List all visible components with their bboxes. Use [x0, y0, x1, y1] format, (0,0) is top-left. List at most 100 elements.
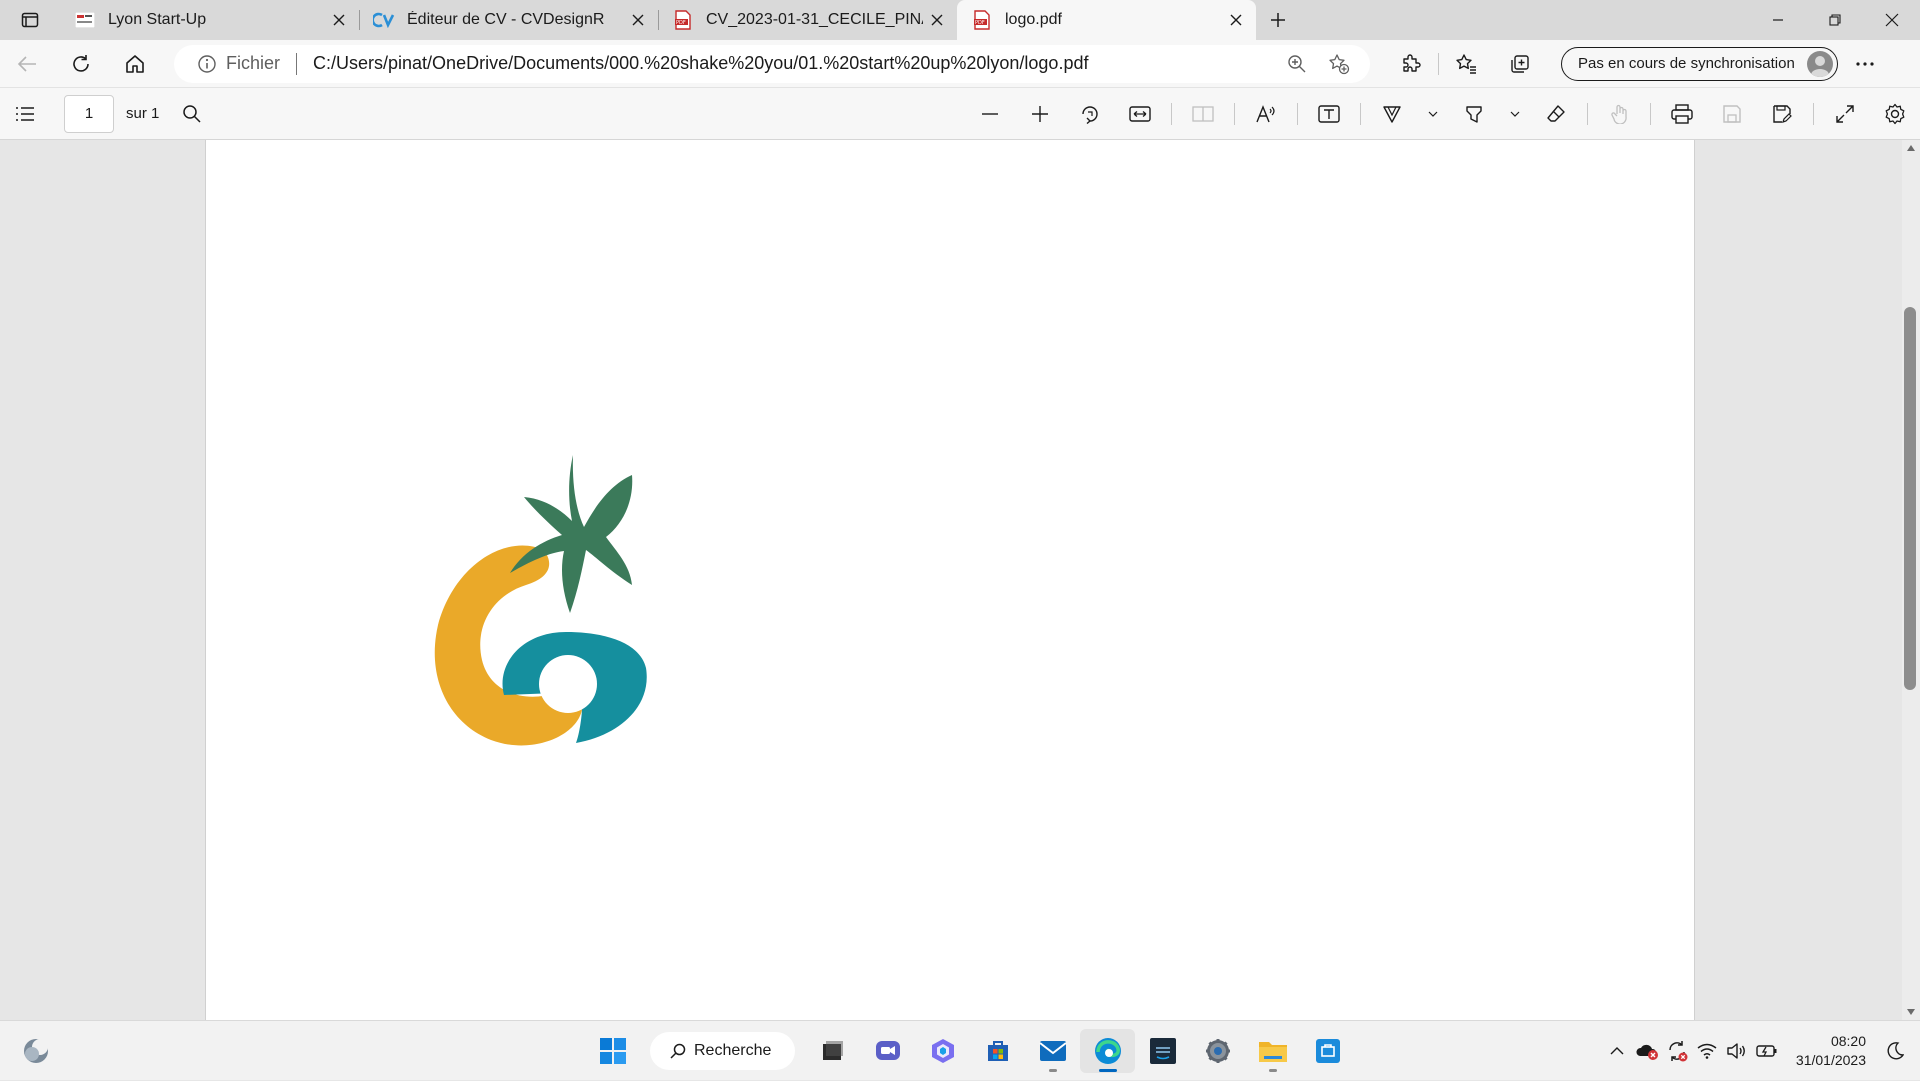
show-hidden-icons-button[interactable]	[1602, 1031, 1632, 1071]
tab-cv-pdf[interactable]: PDF CV_2023-01-31_CECILE_PINATEL	[658, 0, 957, 40]
scrollbar-thumb[interactable]	[1904, 307, 1916, 690]
scroll-up-arrow-icon[interactable]	[1905, 142, 1917, 154]
back-arrow-icon	[17, 55, 36, 72]
refresh-button[interactable]	[54, 44, 108, 84]
back-button[interactable]	[0, 44, 54, 84]
hand-icon	[1611, 104, 1627, 124]
volume-button[interactable]	[1722, 1031, 1752, 1071]
page-number-input[interactable]: 1	[64, 94, 114, 133]
tab-cvdesignr[interactable]: Éditeur de CV - CVDesignR	[359, 0, 658, 40]
site-favicon-icon	[74, 9, 96, 31]
printer-icon	[1671, 104, 1693, 124]
pdf-settings-button[interactable]	[1870, 94, 1920, 134]
save-button	[1707, 94, 1757, 134]
copilot-app-button[interactable]	[915, 1029, 970, 1073]
vertical-scrollbar[interactable]	[1902, 140, 1920, 1020]
teams-chat-button[interactable]	[860, 1029, 915, 1073]
profile-sync-button[interactable]: Pas en cours de synchronisation	[1561, 46, 1838, 81]
draw-button[interactable]	[1367, 94, 1417, 134]
add-favorite-button[interactable]	[1318, 45, 1360, 83]
clock-time: 08:20	[1830, 1033, 1866, 1049]
start-button[interactable]	[585, 1029, 640, 1073]
company-portal-button[interactable]	[1300, 1029, 1355, 1073]
url-field[interactable]: Fichier C:/Users/pinat/OneDrive/Document…	[174, 44, 1370, 83]
widgets-button[interactable]	[20, 1035, 52, 1067]
tab-lyon-start-up[interactable]: Lyon Start-Up	[60, 0, 359, 40]
close-icon	[1230, 14, 1242, 26]
collections-icon	[1511, 54, 1529, 73]
fit-to-width-button[interactable]	[1115, 94, 1165, 134]
print-button[interactable]	[1657, 94, 1707, 134]
toolbar-separator	[1360, 103, 1361, 125]
wifi-button[interactable]	[1692, 1031, 1722, 1071]
chevron-down-icon	[1510, 111, 1520, 117]
highlight-button[interactable]	[1449, 94, 1499, 134]
favorites-button[interactable]	[1439, 44, 1493, 84]
taskbar-apps: Recherche	[585, 1029, 1355, 1073]
cloud-error-icon	[1636, 1044, 1658, 1060]
edge-icon	[1094, 1038, 1121, 1064]
save-as-button[interactable]	[1757, 94, 1807, 134]
search-icon	[670, 1043, 686, 1059]
onedrive-status-button[interactable]	[1632, 1031, 1662, 1071]
restore-button[interactable]	[1806, 0, 1863, 40]
minimize-icon	[1772, 19, 1783, 21]
taskbar-search-button[interactable]: Recherche	[650, 1032, 795, 1070]
search-icon	[183, 104, 201, 123]
find-button[interactable]	[167, 94, 217, 134]
settings-button[interactable]	[1190, 1029, 1245, 1073]
tab-close-button[interactable]	[1222, 6, 1250, 34]
mail-button[interactable]	[1025, 1029, 1080, 1073]
new-tab-button[interactable]	[1256, 0, 1300, 40]
mail-icon	[1038, 1041, 1067, 1061]
microsoft-store-button[interactable]	[970, 1029, 1025, 1073]
battery-button[interactable]	[1752, 1031, 1782, 1071]
highlight-options-button[interactable]	[1499, 94, 1531, 134]
read-aloud-icon	[1256, 105, 1275, 123]
rotate-button[interactable]	[1065, 94, 1115, 134]
url-text[interactable]: C:/Users/pinat/OneDrive/Documents/000.%2…	[313, 53, 1276, 74]
taskbar-search-label: Recherche	[694, 1042, 772, 1059]
tab-actions-button[interactable]	[0, 0, 60, 40]
sync-status-button[interactable]	[1662, 1031, 1692, 1071]
tab-close-button[interactable]	[325, 6, 353, 34]
star-add-icon	[1329, 53, 1350, 74]
portal-icon	[1315, 1039, 1340, 1063]
svg-text:PDF: PDF	[676, 20, 686, 26]
tab-title: logo.pdf	[1005, 11, 1062, 28]
edge-button[interactable]	[1080, 1029, 1135, 1073]
save-icon	[1723, 105, 1741, 123]
tab-close-button[interactable]	[624, 6, 652, 34]
file-explorer-button[interactable]	[1245, 1029, 1300, 1073]
extensions-button[interactable]	[1384, 44, 1438, 84]
close-icon	[1885, 13, 1898, 27]
clock[interactable]: 08:20 31/01/2023	[1796, 1032, 1866, 1070]
info-icon[interactable]	[196, 53, 218, 75]
zoom-out-button[interactable]	[965, 94, 1015, 134]
tab-logo-pdf[interactable]: PDF logo.pdf	[957, 0, 1256, 40]
erase-button[interactable]	[1531, 94, 1581, 134]
collections-button[interactable]	[1493, 44, 1547, 84]
app-hexagon-icon	[931, 1039, 954, 1063]
minimize-button[interactable]	[1749, 0, 1806, 40]
pdf-viewer[interactable]	[0, 140, 1920, 1020]
read-aloud-button[interactable]	[1241, 94, 1291, 134]
notifications-button[interactable]	[1880, 1031, 1910, 1071]
scroll-down-arrow-icon[interactable]	[1905, 1006, 1917, 1018]
zoom-in-button[interactable]	[1015, 94, 1065, 134]
prime-video-button[interactable]	[1135, 1029, 1190, 1073]
table-of-contents-button[interactable]	[0, 94, 50, 134]
gear-icon	[1205, 1039, 1230, 1063]
settings-menu-button[interactable]	[1838, 44, 1892, 84]
full-screen-button[interactable]	[1820, 94, 1870, 134]
add-text-button[interactable]	[1304, 94, 1354, 134]
task-view-button[interactable]	[805, 1029, 860, 1073]
toolbar-separator	[1813, 103, 1814, 125]
tab-close-button[interactable]	[923, 6, 951, 34]
close-window-button[interactable]	[1863, 0, 1920, 40]
draw-options-button[interactable]	[1417, 94, 1449, 134]
logo-center-hole	[539, 655, 597, 713]
zoom-button[interactable]	[1276, 45, 1318, 83]
home-button[interactable]	[108, 44, 162, 84]
pdf-toolbar: 1 sur 1	[0, 88, 1920, 140]
